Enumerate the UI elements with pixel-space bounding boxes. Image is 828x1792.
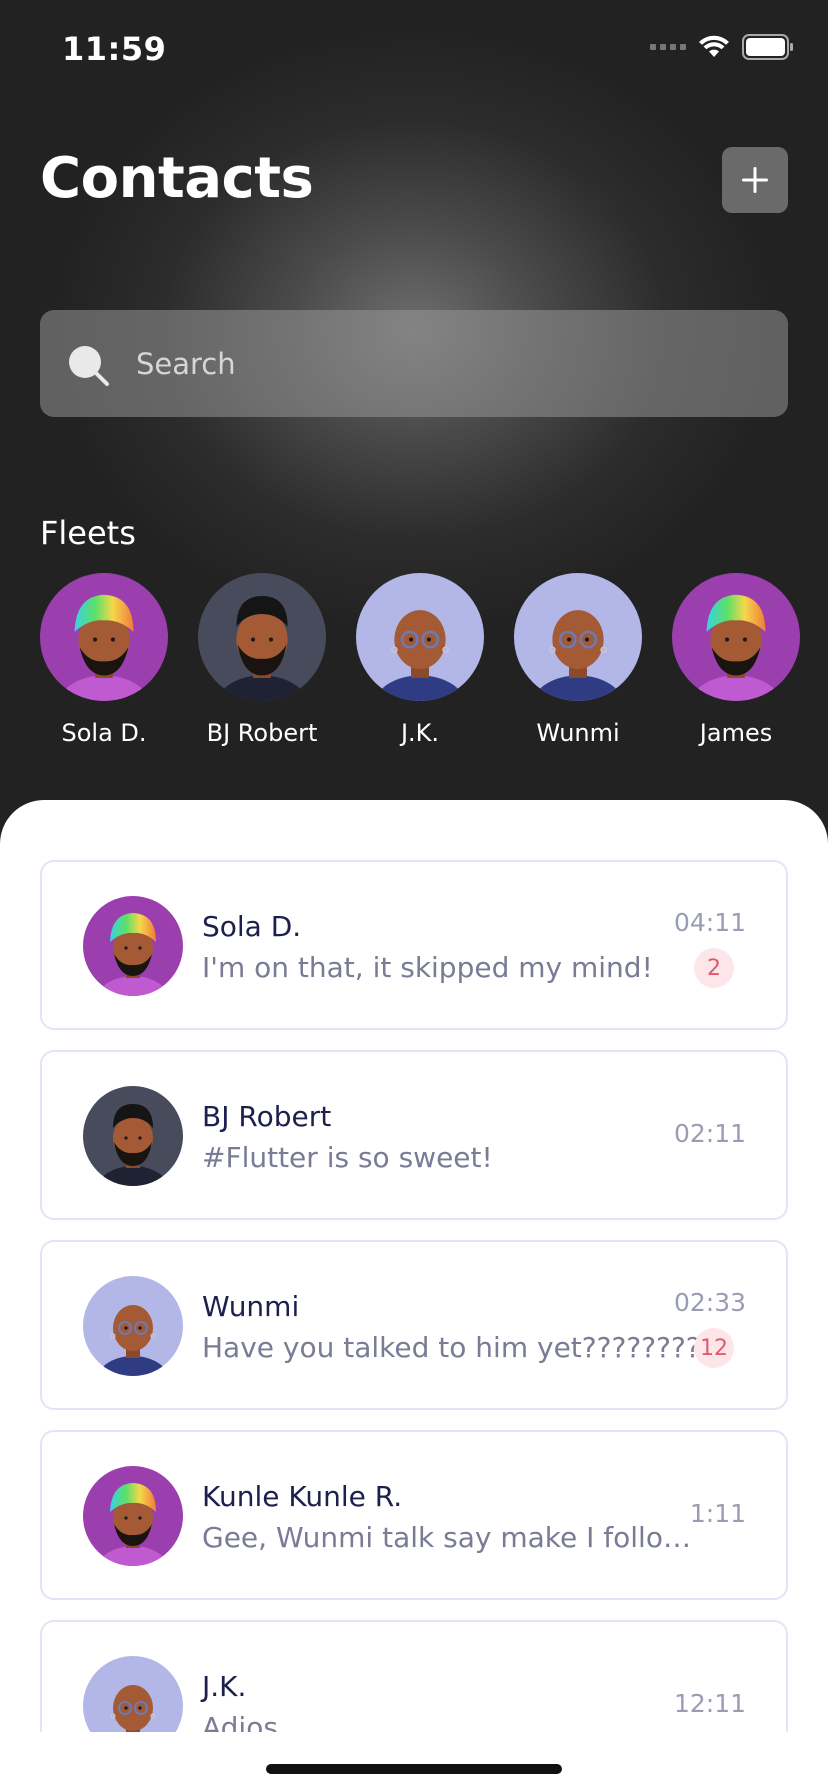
- avatar: [83, 1656, 183, 1732]
- home-indicator: [266, 1764, 562, 1774]
- avatar: [198, 573, 326, 701]
- avatar: [83, 896, 183, 996]
- avatar: [40, 573, 168, 701]
- chat-time: 02:11: [673, 1119, 746, 1148]
- fleet-name: BJ Robert: [206, 719, 318, 747]
- avatar: [356, 573, 484, 701]
- page-title: Contacts: [40, 146, 314, 211]
- search-bar[interactable]: [40, 310, 788, 417]
- add-contact-button[interactable]: [722, 147, 788, 213]
- chat-item[interactable]: Kunle Kunle R. Gee, Wunmi talk say make …: [40, 1430, 788, 1600]
- chat-item[interactable]: BJ Robert #Flutter is so sweet! 02:11: [40, 1050, 788, 1220]
- fleets-list: Sola D. BJ Robert J.K. Wunmi James: [40, 573, 828, 753]
- chat-message: Gee, Wunmi talk say make I follow you co…: [202, 1521, 702, 1554]
- avatar: [672, 573, 800, 701]
- fleet-item[interactable]: James: [672, 573, 800, 747]
- fleet-name: Sola D.: [61, 719, 147, 747]
- avatar: [83, 1466, 183, 1566]
- chat-item[interactable]: Sola D. I'm on that, it skipped my mind!…: [40, 860, 788, 1030]
- chat-name: Wunmi: [202, 1290, 300, 1323]
- wifi-icon: [698, 35, 730, 59]
- avatar: [83, 1276, 183, 1376]
- search-icon: [69, 346, 109, 386]
- status-icons: [650, 34, 794, 60]
- chat-name: Sola D.: [202, 910, 302, 943]
- fleet-item[interactable]: Sola D.: [40, 573, 168, 747]
- chat-item[interactable]: J.K. Adios 12:11: [40, 1620, 788, 1732]
- chat-list-sheet: Sola D. I'm on that, it skipped my mind!…: [0, 800, 828, 1792]
- signal-icon: [650, 44, 686, 50]
- avatar: [83, 1086, 183, 1186]
- chat-time: 1:11: [689, 1499, 746, 1528]
- plus-icon: [742, 167, 768, 193]
- fleet-name: J.K.: [400, 719, 440, 747]
- chat-message: I'm on that, it skipped my mind!: [202, 951, 653, 984]
- chat-item[interactable]: Wunmi Have you talked to him yet????????…: [40, 1240, 788, 1410]
- status-time: 11:59: [62, 30, 167, 68]
- chat-list: Sola D. I'm on that, it skipped my mind!…: [0, 800, 828, 1732]
- chat-name: BJ Robert: [202, 1100, 332, 1133]
- chat-time: 04:11: [673, 908, 746, 937]
- chat-name: Kunle Kunle R.: [202, 1480, 403, 1513]
- fleet-item[interactable]: BJ Robert: [198, 573, 326, 747]
- fleet-name: James: [699, 719, 773, 747]
- battery-icon: [742, 34, 794, 60]
- unread-badge: 2: [694, 948, 734, 988]
- fleets-title: Fleets: [40, 514, 136, 552]
- chat-name: J.K.: [202, 1670, 247, 1703]
- unread-badge: 12: [694, 1328, 734, 1368]
- fleet-name: Wunmi: [536, 719, 620, 747]
- avatar: [514, 573, 642, 701]
- chat-message: #Flutter is so sweet!: [202, 1141, 493, 1174]
- chat-message: Have you talked to him yet????????: [202, 1331, 701, 1364]
- search-input[interactable]: [136, 340, 736, 388]
- chat-time: 12:11: [673, 1689, 746, 1718]
- chat-time: 02:33: [673, 1288, 746, 1317]
- chat-message: Adios: [202, 1711, 278, 1732]
- fleet-item[interactable]: J.K.: [356, 573, 484, 747]
- fleet-item[interactable]: Wunmi: [514, 573, 642, 747]
